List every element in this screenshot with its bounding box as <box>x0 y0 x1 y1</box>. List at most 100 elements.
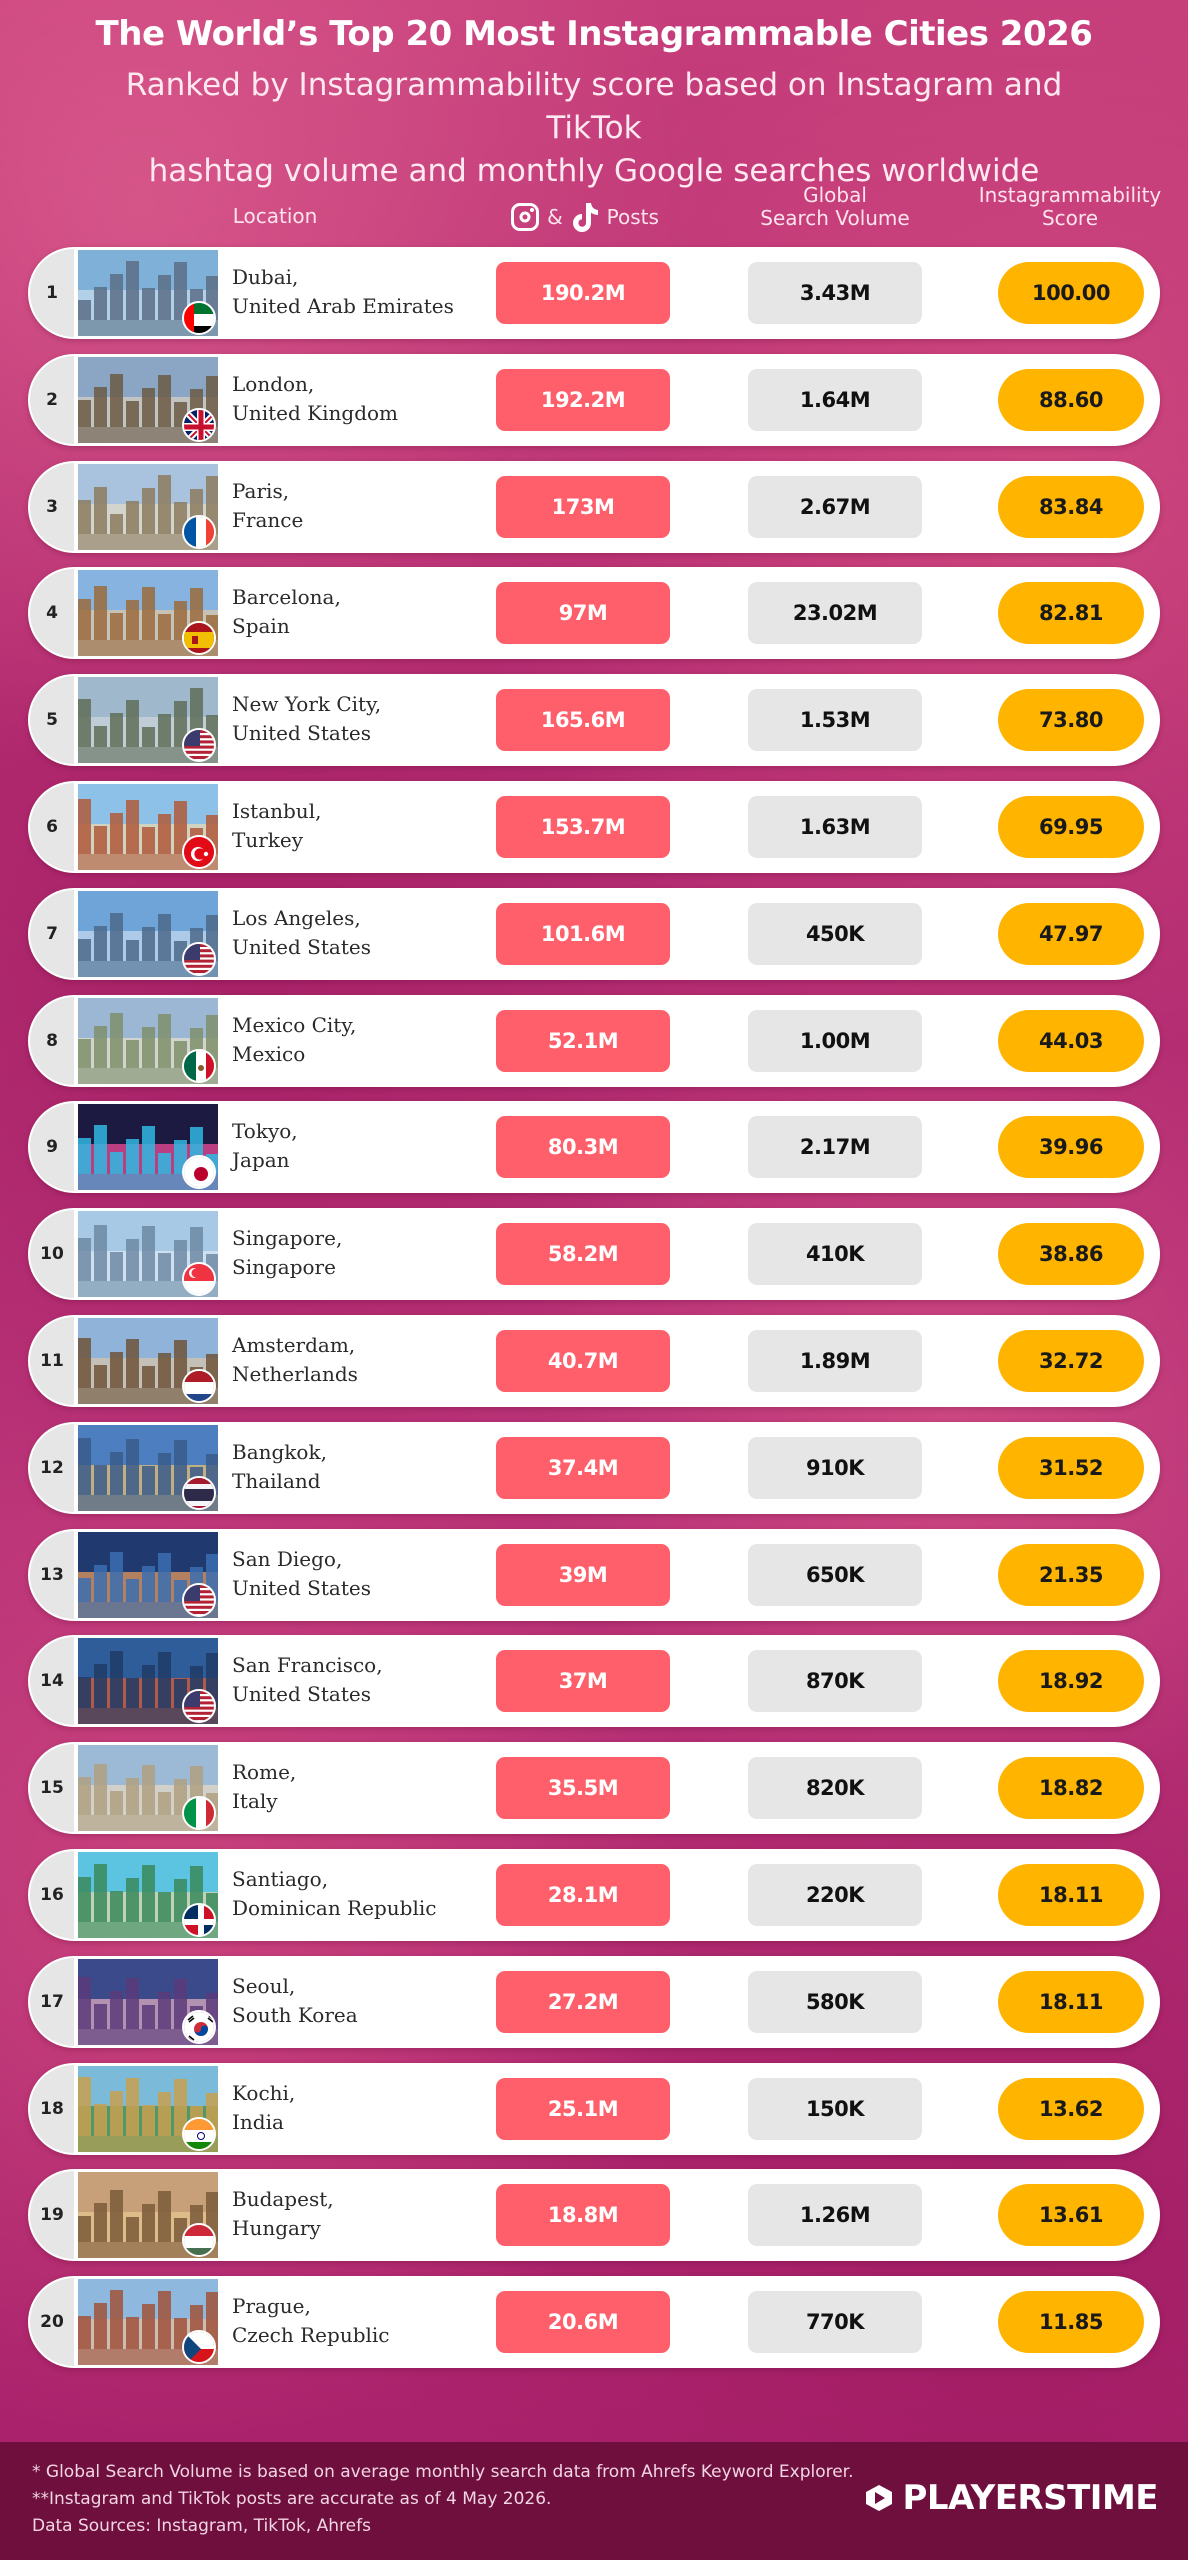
score-value: 11.85 <box>998 2291 1144 2354</box>
posts-value: 52.1M <box>496 1009 670 1072</box>
location-label: Amsterdam, Netherlands <box>232 1331 502 1389</box>
location-label: Seoul, South Korea <box>232 1972 502 2030</box>
location-label: Bangkok, Thailand <box>232 1438 502 1496</box>
city-name: New York City, <box>232 692 382 717</box>
footnote-data-sources: Data Sources: Instagram, TikTok, Ahrefs <box>32 2516 371 2536</box>
posts-value: 25.1M <box>496 2077 670 2140</box>
column-header-search-line-2: Search Volume <box>760 206 910 230</box>
country-name: South Korea <box>232 2002 358 2027</box>
posts-value: 58.2M <box>496 1223 670 1286</box>
location-label: Santiago, Dominican Republic <box>232 1865 502 1923</box>
country-name: Mexico <box>232 1041 306 1066</box>
search-volume-value: 1.89M <box>748 1330 922 1392</box>
table-row: 8 Mexico City, Mexico 52.1M 1.00M 44.03 <box>28 994 1160 1087</box>
table-row: 12 Bangkok, Thailand 37.4M 910K 31.52 <box>28 1421 1160 1514</box>
search-volume-value: 450K <box>748 902 922 965</box>
score-value: 38.86 <box>998 1223 1144 1286</box>
column-header-posts: & Posts <box>490 196 680 238</box>
location-label: London, United Kingdom <box>232 370 502 428</box>
city-name: Tokyo, <box>232 1119 298 1144</box>
search-volume-value: 580K <box>748 1970 922 2033</box>
score-value: 21.35 <box>998 1543 1144 1606</box>
score-value: 32.72 <box>998 1330 1144 1392</box>
search-volume-value: 2.17M <box>748 1116 922 1179</box>
city-name: Rome, <box>232 1760 297 1785</box>
page-subtitle: Ranked by Instagrammability score based … <box>90 64 1098 193</box>
instagram-icon <box>511 203 540 231</box>
table-row: 14 San Francisco, United States 37M 870K… <box>28 1635 1160 1728</box>
table-row: 19 Budapest, Hungary 18.8M 1.26M 13.61 <box>28 2169 1160 2262</box>
city-name: Santiago, <box>232 1867 329 1891</box>
netherlands-flag-icon <box>182 1369 216 1403</box>
country-name: Netherlands <box>232 1362 358 1386</box>
score-value: 73.80 <box>998 689 1144 752</box>
table-row: 3 Paris, France 173M 2.67M 83.84 <box>28 460 1160 553</box>
country-name: France <box>232 507 304 532</box>
south-korea-flag-icon <box>182 2009 216 2044</box>
posts-value: 192.2M <box>496 368 670 431</box>
subtitle-line-2: hashtag volume and monthly Google search… <box>148 153 1040 189</box>
country-name: United States <box>232 934 371 959</box>
search-volume-value: 1.00M <box>748 1009 922 1072</box>
city-name: Paris, <box>232 478 290 503</box>
posts-value: 80.3M <box>496 1116 670 1179</box>
posts-value: 18.8M <box>496 2184 670 2247</box>
score-value: 18.11 <box>998 1864 1144 1926</box>
score-value: 31.52 <box>998 1436 1144 1499</box>
score-value: 83.84 <box>998 475 1144 538</box>
location-label: Rome, Italy <box>232 1758 502 1816</box>
city-name: Barcelona, <box>232 585 341 610</box>
search-volume-value: 1.63M <box>748 796 922 858</box>
score-value: 44.03 <box>998 1009 1144 1072</box>
posts-value: 37M <box>496 1650 670 1713</box>
search-volume-value: 150K <box>748 2077 922 2140</box>
table-row: 10 Singapore, Singapore 58.2M 410K 38.86 <box>28 1208 1160 1301</box>
city-name: Bangkok, <box>232 1439 327 1464</box>
czech-flag-icon <box>182 2330 216 2365</box>
country-name: United States <box>232 721 371 746</box>
location-label: Barcelona, Spain <box>232 583 502 641</box>
city-name: San Francisco, <box>232 1653 383 1678</box>
search-volume-value: 650K <box>748 1543 922 1606</box>
country-name: Turkey <box>232 828 304 852</box>
score-value: 69.95 <box>998 796 1144 858</box>
posts-value: 173M <box>496 475 670 538</box>
singapore-flag-icon <box>182 1262 216 1297</box>
footnote-posts-date: **Instagram and TikTok posts are accurat… <box>32 2489 552 2509</box>
france-flag-icon <box>182 514 216 549</box>
column-header-score-line-2: Score <box>1041 206 1098 230</box>
score-value: 18.82 <box>998 1757 1144 1820</box>
posts-value: 39M <box>496 1543 670 1606</box>
city-name: Amsterdam, <box>232 1333 356 1357</box>
table-row: 17 Seoul, South Korea 27.2M 580K 18.11 <box>28 1955 1160 2048</box>
column-header-posts-label: Posts <box>606 204 659 229</box>
country-name: Czech Republic <box>232 2323 390 2348</box>
search-volume-value: 3.43M <box>748 262 922 324</box>
location-label: Istanbul, Turkey <box>232 797 502 855</box>
table-row: 13 San Diego, United States 39M 650K 21.… <box>28 1528 1160 1621</box>
score-value: 88.60 <box>998 368 1144 431</box>
uae-flag-icon <box>182 301 216 335</box>
table-row: 20 Prague, Czech Republic 20.6M 770K 11.… <box>28 2276 1160 2369</box>
table-row: 1 Dubai, United Arab Emirates 190.2M 3.4… <box>28 247 1160 339</box>
country-name: Hungary <box>232 2216 321 2241</box>
thailand-flag-icon <box>182 1475 216 1510</box>
country-name: India <box>232 2109 284 2134</box>
search-volume-value: 23.02M <box>748 582 922 645</box>
city-name: Budapest, <box>232 2187 334 2212</box>
score-value: 18.11 <box>998 1970 1144 2033</box>
city-name: Dubai, <box>232 265 299 289</box>
location-label: Kochi, India <box>232 2079 502 2137</box>
footnote-search-volume: * Global Search Volume is based on avera… <box>32 2462 854 2482</box>
column-header-score: Instagrammability Score <box>965 184 1175 230</box>
country-name: Thailand <box>232 1468 321 1493</box>
search-volume-value: 410K <box>748 1223 922 1286</box>
search-volume-value: 1.26M <box>748 2184 922 2247</box>
search-volume-value: 910K <box>748 1436 922 1499</box>
score-value: 100.00 <box>998 262 1144 324</box>
uk-flag-icon <box>182 407 216 442</box>
score-value: 39.96 <box>998 1116 1144 1179</box>
country-name: Spain <box>232 614 290 639</box>
table-row: 7 Los Angeles, United States 101.6M 450K… <box>28 887 1160 980</box>
search-volume-value: 1.53M <box>748 689 922 752</box>
